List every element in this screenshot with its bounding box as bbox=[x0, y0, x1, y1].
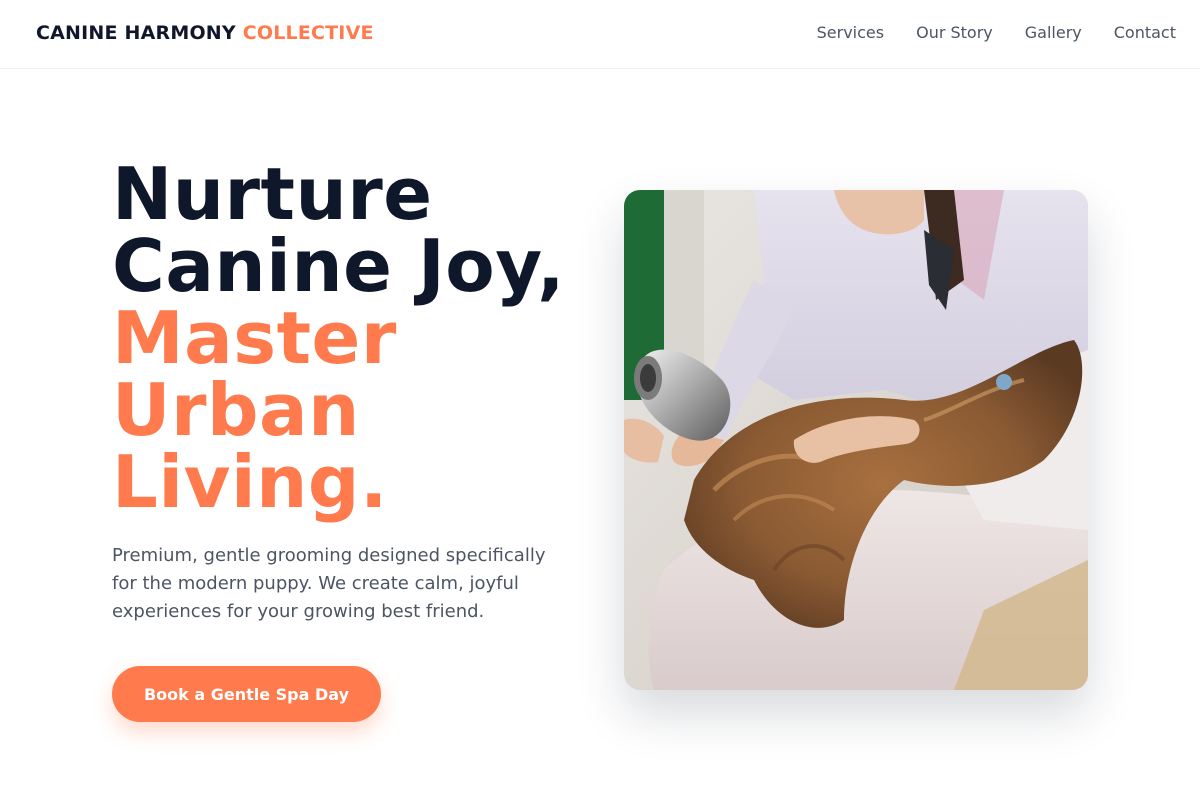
hero-title: Nurture Canine Joy, Master Urban Living. bbox=[112, 158, 565, 518]
grooming-photo-illustration bbox=[624, 190, 1088, 690]
nav-link-services[interactable]: Services bbox=[817, 23, 884, 42]
hero-title-accent-line: Master bbox=[112, 296, 397, 380]
nav-link-gallery[interactable]: Gallery bbox=[1025, 23, 1082, 42]
nav-link-our-story[interactable]: Our Story bbox=[916, 23, 993, 42]
hero-title-line: Canine Joy, bbox=[112, 224, 565, 308]
site-header: CANINE HARMONY COLLECTIVE Services Our S… bbox=[0, 0, 1200, 69]
brand-logo[interactable]: CANINE HARMONY COLLECTIVE bbox=[36, 22, 374, 44]
hero-title-line: Nurture bbox=[112, 152, 433, 236]
brand-name-accent: COLLECTIVE bbox=[242, 22, 374, 44]
book-spa-day-button[interactable]: Book a Gentle Spa Day bbox=[112, 666, 381, 722]
main-nav: Services Our Story Gallery Contact bbox=[817, 23, 1176, 42]
hero-title-accent-line: Living. bbox=[112, 440, 388, 524]
brand-name-primary: CANINE HARMONY bbox=[36, 22, 236, 44]
hero-title-accent-line: Urban bbox=[112, 368, 360, 452]
hero-photo bbox=[624, 190, 1088, 690]
nav-link-contact[interactable]: Contact bbox=[1114, 23, 1176, 42]
hero-subtitle: Premium, gentle grooming designed specif… bbox=[112, 545, 546, 622]
